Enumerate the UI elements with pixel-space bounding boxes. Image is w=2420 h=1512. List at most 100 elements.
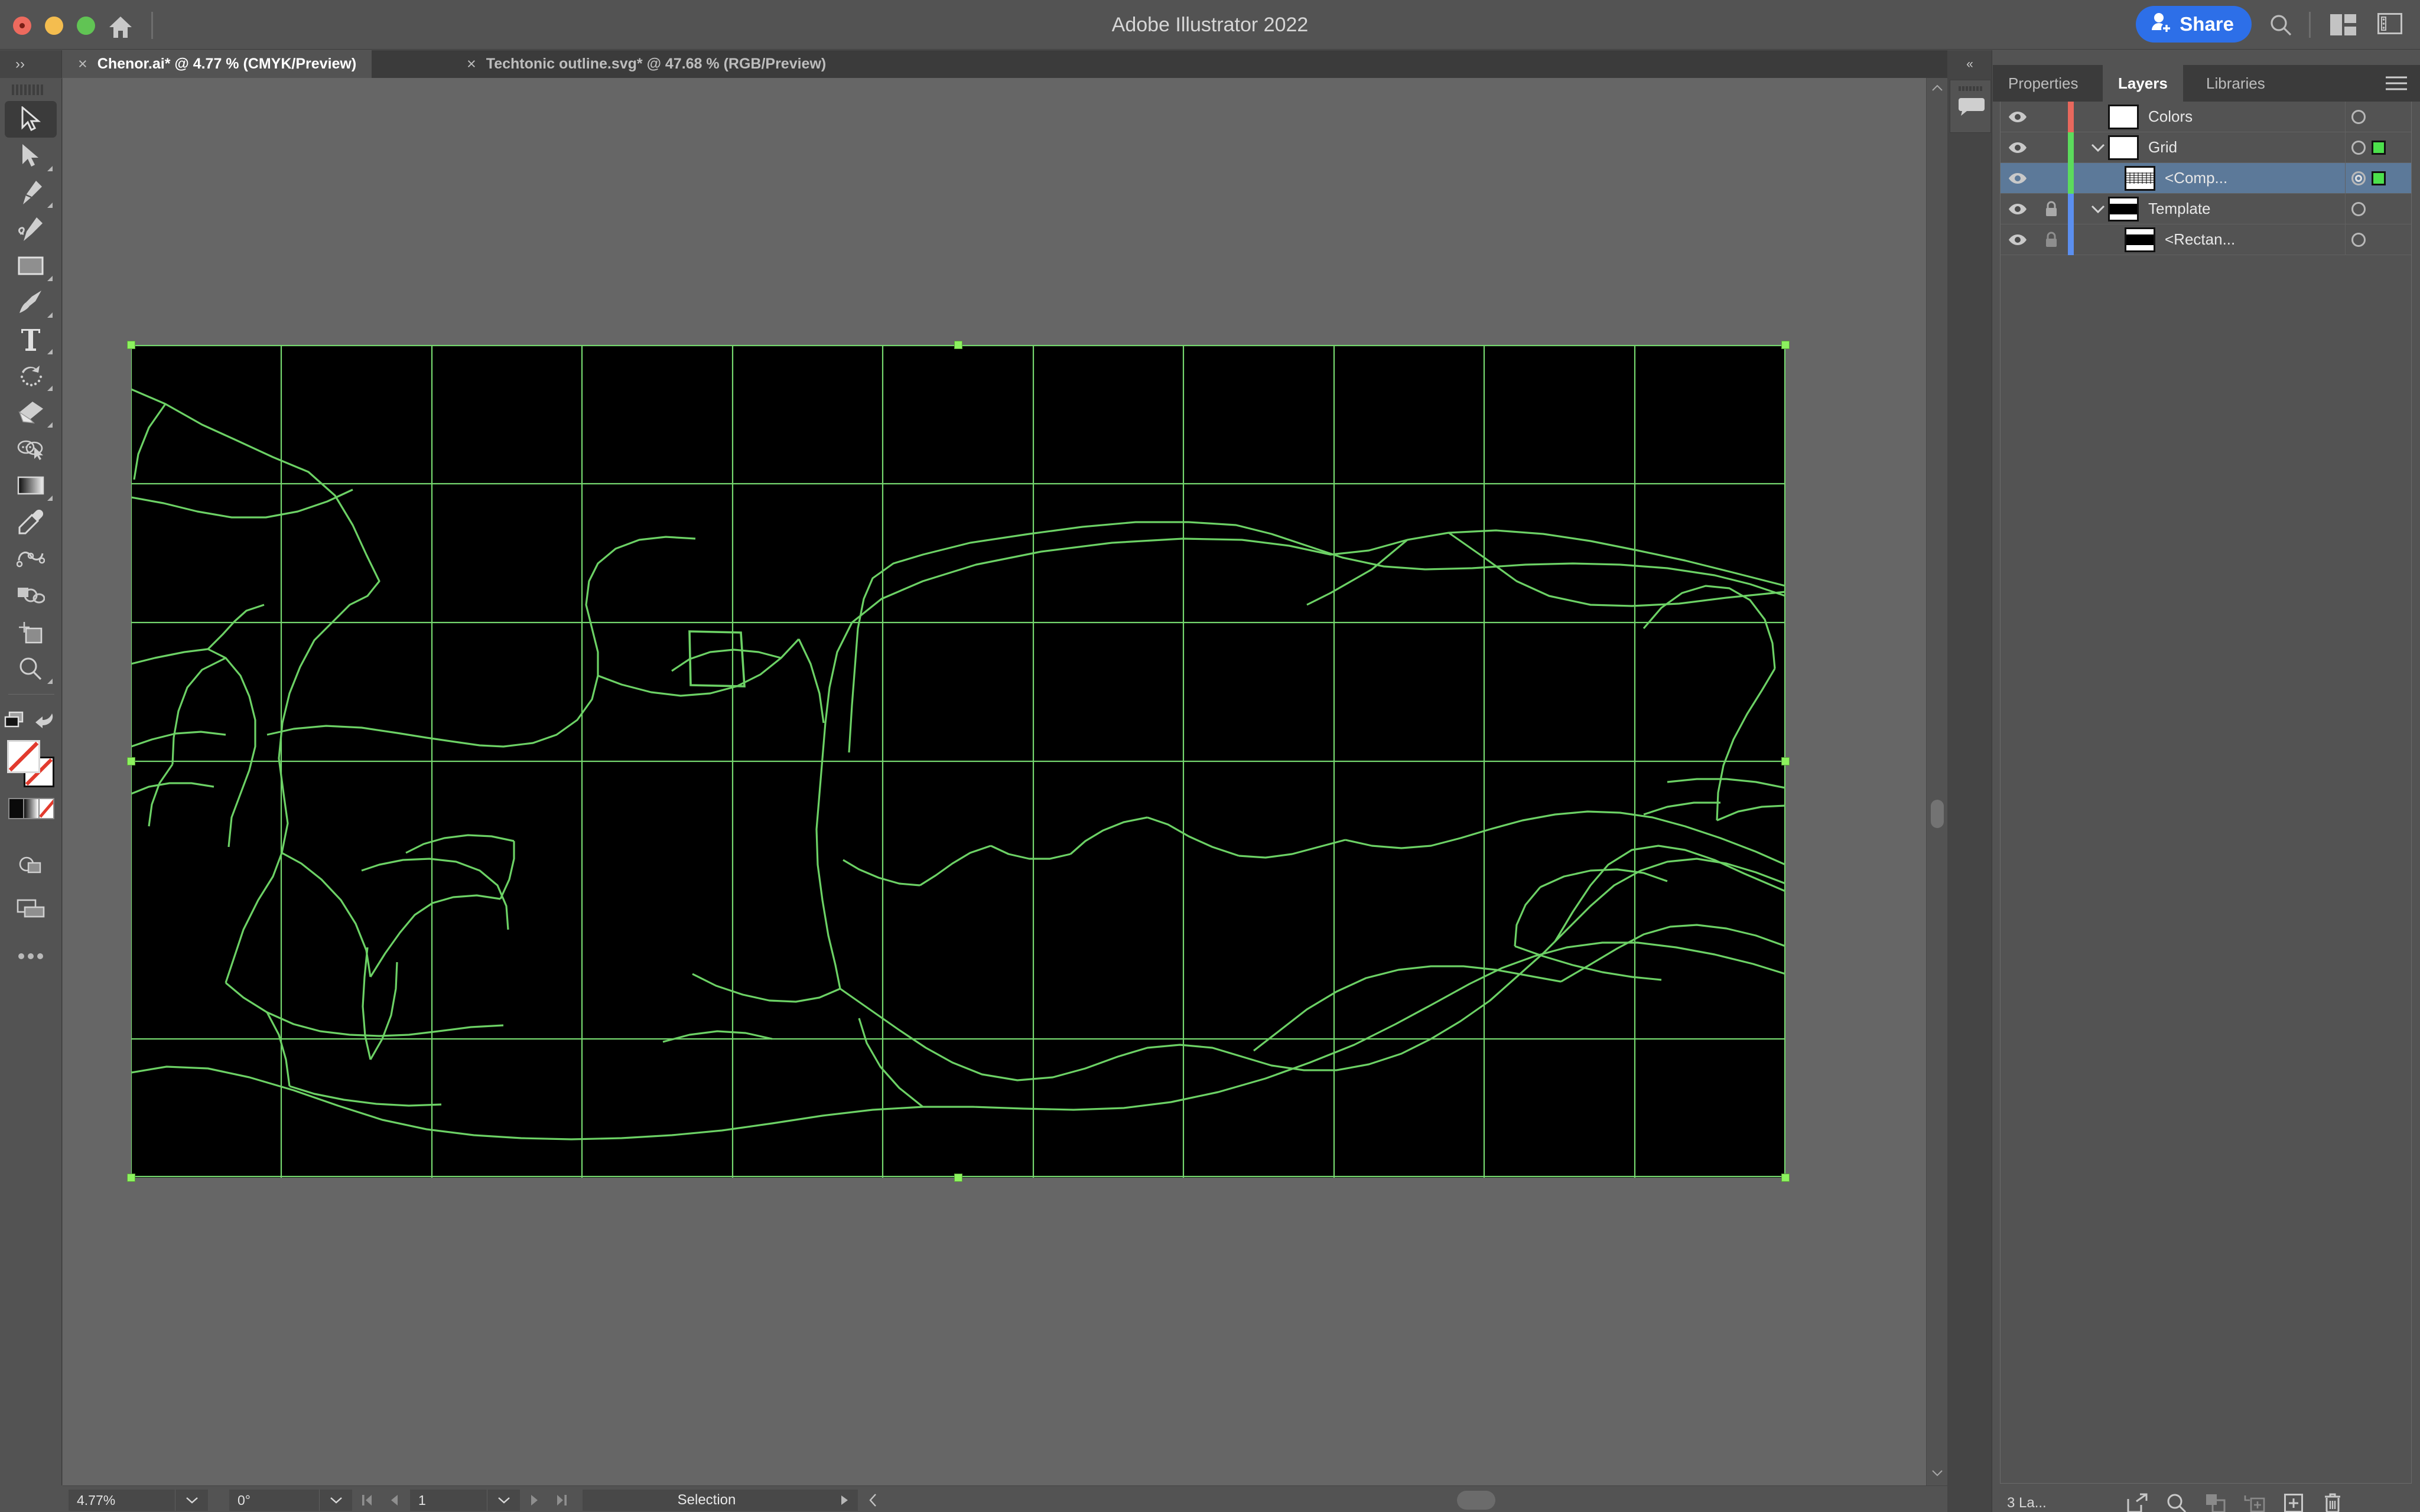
flyout-arrow-icon[interactable] — [47, 386, 53, 391]
flyout-arrow-icon[interactable] — [47, 422, 53, 428]
lock-icon[interactable] — [2035, 232, 2068, 248]
canvas-area[interactable] — [63, 78, 1970, 1485]
selection-handle-tl[interactable] — [127, 341, 135, 349]
rotate-dropdown-caret[interactable] — [319, 1490, 352, 1511]
canvas-vertical-scrollbar[interactable] — [1926, 78, 1947, 1485]
zoom-dropdown-caret[interactable] — [175, 1490, 208, 1511]
layer-row-grid[interactable]: Grid — [2001, 132, 2411, 163]
more-tools-ellipsis-icon[interactable] — [5, 938, 57, 975]
zoom-level-field[interactable]: 4.77% — [69, 1490, 175, 1511]
delete-selection-icon[interactable] — [2313, 1490, 2352, 1512]
paintbrush-tool[interactable] — [5, 284, 57, 321]
close-icon[interactable]: × — [467, 56, 476, 72]
screen-mode-icon[interactable] — [5, 891, 57, 927]
document-tab-chenor[interactable]: × Chenor.ai* @ 4.77 % (CMYK/Preview) — [63, 50, 372, 78]
flyout-arrow-icon[interactable] — [47, 496, 53, 501]
direct-selection-tool[interactable] — [5, 138, 57, 174]
arrange-squares-icon[interactable] — [0, 702, 31, 738]
release-to-layers-icon[interactable] — [2118, 1490, 2157, 1512]
artboard[interactable] — [127, 341, 1790, 1182]
flyout-arrow-icon[interactable] — [47, 679, 53, 684]
last-artboard-button[interactable] — [548, 1490, 575, 1511]
selection-handle-mr[interactable] — [1781, 757, 1790, 765]
selection-tool[interactable] — [5, 101, 57, 138]
blend-tool[interactable] — [5, 540, 57, 577]
pen-tool[interactable] — [5, 174, 57, 211]
rotate-tool[interactable] — [5, 357, 57, 394]
flyout-arrow-icon[interactable] — [47, 166, 53, 171]
lock-icon[interactable] — [2035, 201, 2068, 217]
selection-handle-tc[interactable] — [954, 341, 962, 349]
status-collapse-button[interactable] — [861, 1490, 885, 1511]
scroll-up-icon[interactable] — [1932, 84, 1943, 91]
create-new-layer-icon[interactable] — [2274, 1490, 2313, 1512]
color-mode-solid[interactable] — [9, 799, 24, 818]
layer-row-template[interactable]: Template — [2001, 193, 2411, 224]
symbol-sprayer-tool[interactable] — [5, 577, 57, 614]
rotate-angle-field[interactable]: 0° — [229, 1490, 319, 1511]
fill-swatch[interactable] — [7, 740, 40, 773]
color-mode-none[interactable] — [39, 799, 53, 818]
rectangle-tool[interactable] — [5, 247, 57, 284]
eraser-tool[interactable] — [5, 394, 57, 431]
selection-handle-ml[interactable] — [127, 757, 135, 765]
target-circle-icon[interactable] — [2351, 141, 2366, 155]
flyout-arrow-icon[interactable] — [47, 276, 53, 281]
close-icon[interactable]: × — [78, 56, 87, 72]
target-circle-icon[interactable] — [2351, 233, 2366, 247]
curvature-tool[interactable] — [5, 211, 57, 247]
current-tool-indicator[interactable]: Selection — [583, 1490, 831, 1511]
eye-icon[interactable] — [2001, 233, 2035, 246]
flyout-arrow-icon[interactable] — [47, 312, 53, 318]
tab-properties[interactable]: Properties — [1993, 65, 2094, 102]
status-tool-menu-button[interactable] — [831, 1490, 858, 1511]
hamburger-menu-icon[interactable] — [2385, 74, 2408, 92]
toolbar-collapse-button[interactable]: ›› — [0, 50, 62, 78]
target-circle-icon[interactable] — [2351, 171, 2366, 185]
artboard-tool[interactable] — [5, 614, 57, 650]
layer-row-rectangle[interactable]: <Rectan... — [2001, 224, 2411, 255]
minidock-drag-grip[interactable] — [1959, 84, 1983, 92]
flyout-arrow-icon[interactable] — [47, 203, 53, 208]
undo-curved-arrow-icon[interactable] — [28, 702, 61, 738]
color-mode-gradient[interactable] — [23, 799, 40, 818]
canvas-vertical-scroll-thumb[interactable] — [1931, 800, 1944, 828]
selection-handle-tr[interactable] — [1781, 341, 1790, 349]
panel-toggle-icon[interactable] — [2377, 13, 2402, 37]
disclosure-triangle-icon[interactable] — [2088, 204, 2108, 214]
canvas-horizontal-scroll-thumb[interactable] — [1457, 1491, 1495, 1510]
disclosure-triangle-icon[interactable] — [2088, 143, 2108, 152]
scroll-down-icon[interactable] — [1932, 1469, 1943, 1477]
eye-icon[interactable] — [2001, 141, 2035, 154]
layers-list[interactable]: Colors Grid <Comp... Template <Rectan... — [2000, 101, 2412, 1484]
tab-layers[interactable]: Layers — [2103, 65, 2183, 102]
flyout-arrow-icon[interactable] — [47, 349, 53, 354]
fill-and-stroke-swatches[interactable] — [6, 740, 57, 788]
workspace-switcher-icon[interactable] — [2330, 14, 2356, 35]
eyedropper-tool[interactable] — [5, 504, 57, 540]
locate-object-icon[interactable] — [2157, 1490, 2196, 1512]
type-tool[interactable] — [5, 321, 57, 357]
next-artboard-button[interactable] — [521, 1490, 548, 1511]
selection-handle-bc[interactable] — [954, 1174, 962, 1182]
shape-builder-tool[interactable] — [5, 431, 57, 467]
document-window[interactable] — [63, 90, 1970, 1478]
previous-artboard-button[interactable] — [380, 1490, 408, 1511]
comment-bubble-icon[interactable] — [1959, 97, 1985, 116]
color-mode-swatches[interactable] — [8, 798, 54, 819]
comment-panel-button[interactable] — [1950, 80, 1991, 133]
create-new-sublayer-icon[interactable] — [2235, 1490, 2274, 1512]
first-artboard-button[interactable] — [353, 1490, 380, 1511]
eye-icon[interactable] — [2001, 172, 2035, 185]
selection-handle-br[interactable] — [1781, 1174, 1790, 1182]
minidock-collapse-button[interactable]: « — [1947, 50, 1992, 78]
document-tab-techtonic[interactable]: × Techtonic outline.svg* @ 47.68 % (RGB/… — [451, 50, 841, 78]
zoom-tool[interactable] — [5, 650, 57, 687]
toolbar-drag-grip[interactable] — [12, 84, 47, 95]
layer-row-compound-path[interactable]: <Comp... — [2001, 162, 2411, 194]
draw-mode-icon[interactable] — [5, 846, 57, 883]
eye-icon[interactable] — [2001, 203, 2035, 216]
search-icon[interactable] — [2269, 13, 2292, 37]
make-clipping-mask-icon[interactable] — [2196, 1490, 2235, 1512]
eye-icon[interactable] — [2001, 110, 2035, 123]
